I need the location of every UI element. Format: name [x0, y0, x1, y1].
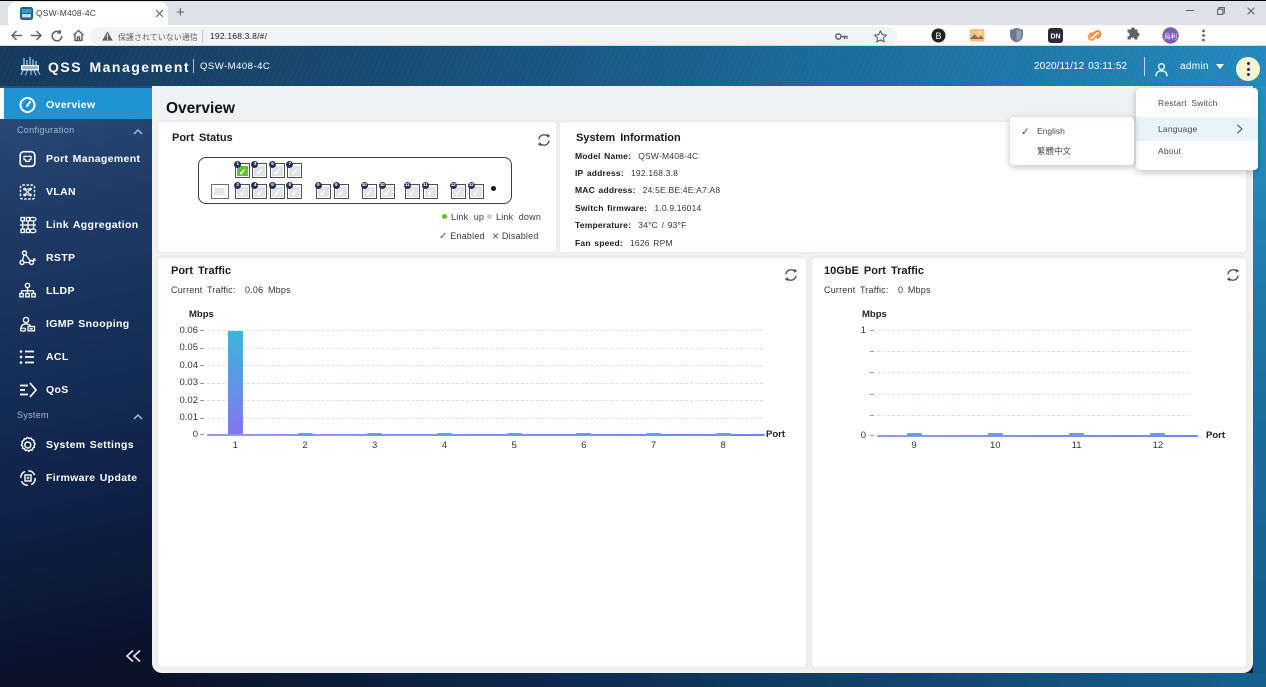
svg-text:DN: DN [1050, 34, 1060, 41]
svg-text:烏利: 烏利 [1164, 32, 1177, 41]
svg-text:B: B [935, 31, 941, 41]
